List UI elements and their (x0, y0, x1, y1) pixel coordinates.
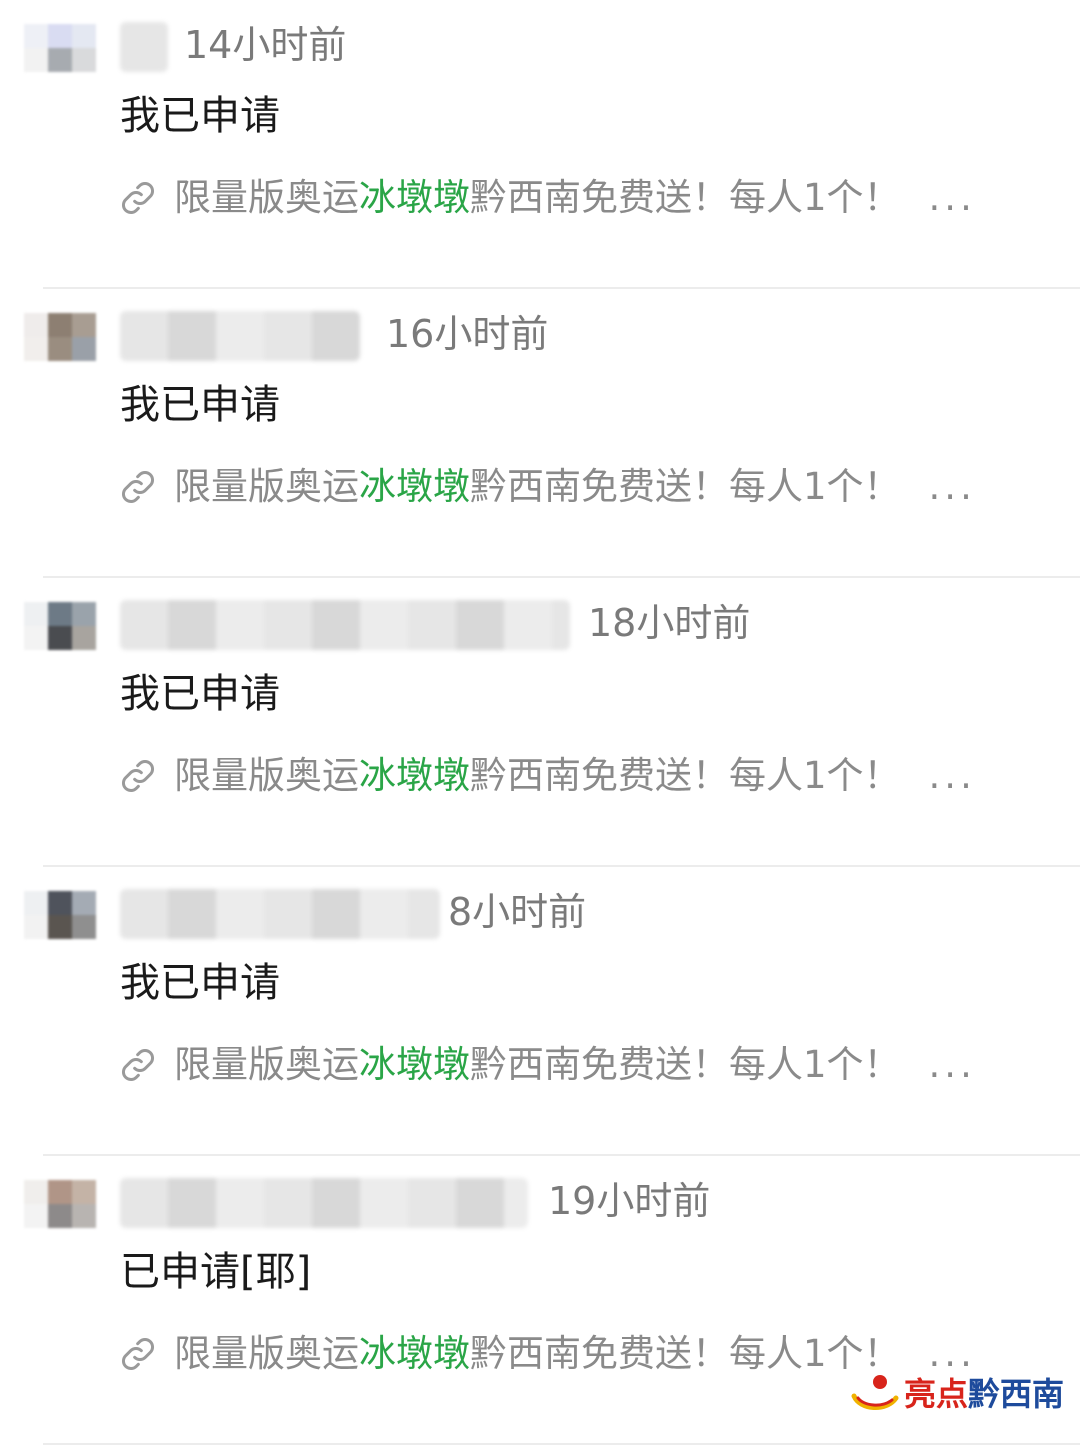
comment-text: 已申请[耶] (120, 1249, 312, 1295)
avatar[interactable] (24, 24, 96, 72)
comment-item: 14小时前 我已申请 限量版奥运 冰墩墩 黔西南免费送！每人1个！... (0, 0, 1080, 289)
shared-link[interactable]: 限量版奥运 冰墩墩 黔西南免费送！每人1个！... (118, 1328, 976, 1380)
watermark-logo-icon (851, 1375, 899, 1410)
username-blurred[interactable] (120, 889, 440, 939)
avatar[interactable] (24, 1180, 96, 1228)
comment-time: 19小时前 (548, 1179, 711, 1223)
comment-text: 我已申请 (120, 960, 280, 1006)
comment-time: 16小时前 (386, 312, 549, 356)
comment-time: 18小时前 (588, 601, 751, 645)
comment-text: 我已申请 (120, 93, 280, 139)
avatar[interactable] (24, 602, 96, 650)
link-text-before: 限量版奥运 (174, 754, 359, 797)
link-icon (121, 759, 155, 793)
link-text-before: 限量版奥运 (174, 1043, 359, 1086)
username-blurred[interactable] (120, 22, 168, 72)
comment-time: 14小时前 (184, 23, 347, 67)
watermark: 亮点 黔西南 (850, 1368, 1064, 1416)
link-text-highlight: 冰墩墩 (359, 465, 470, 508)
link-icon (121, 1048, 155, 1082)
link-text-before: 限量版奥运 (174, 176, 359, 219)
comment-time: 8小时前 (448, 890, 587, 934)
username-blurred[interactable] (120, 311, 360, 361)
username-blurred[interactable] (120, 1178, 528, 1228)
shared-link[interactable]: 限量版奥运 冰墩墩 黔西南免费送！每人1个！... (118, 461, 976, 513)
link-ellipsis: ... (928, 754, 976, 797)
link-icon (121, 1337, 155, 1371)
shared-link[interactable]: 限量版奥运 冰墩墩 黔西南免费送！每人1个！... (118, 1039, 976, 1091)
link-text-highlight: 冰墩墩 (359, 176, 470, 219)
watermark-text-2: 黔西南 (968, 1375, 1065, 1413)
link-text-highlight: 冰墩墩 (359, 1332, 470, 1375)
link-text-before: 限量版奥运 (174, 465, 359, 508)
username-blurred[interactable] (120, 600, 570, 650)
shared-link[interactable]: 限量版奥运 冰墩墩 黔西南免费送！每人1个！... (118, 172, 976, 224)
link-text-highlight: 冰墩墩 (359, 754, 470, 797)
avatar[interactable] (24, 313, 96, 361)
link-text-after: 黔西南免费送！每人1个！ (470, 1332, 901, 1375)
watermark-text-1: 亮点 (904, 1375, 969, 1413)
link-text-after: 黔西南免费送！每人1个！ (470, 176, 901, 219)
link-text-highlight: 冰墩墩 (359, 1043, 470, 1086)
link-text-after: 黔西南免费送！每人1个！ (470, 754, 901, 797)
comment-item: 16小时前 我已申请 限量版奥运 冰墩墩 黔西南免费送！每人1个！... (0, 289, 1080, 578)
link-icon (121, 181, 155, 215)
link-text-after: 黔西南免费送！每人1个！ (470, 465, 901, 508)
link-ellipsis: ... (928, 176, 976, 219)
avatar[interactable] (24, 891, 96, 939)
link-icon (121, 470, 155, 504)
shared-link[interactable]: 限量版奥运 冰墩墩 黔西南免费送！每人1个！... (118, 750, 976, 802)
comment-text: 我已申请 (120, 382, 280, 428)
link-text-after: 黔西南免费送！每人1个！ (470, 1043, 901, 1086)
link-ellipsis: ... (928, 465, 976, 508)
comment-item: 18小时前 我已申请 限量版奥运 冰墩墩 黔西南免费送！每人1个！... (0, 578, 1080, 867)
comment-text: 我已申请 (120, 671, 280, 717)
comment-item: 8小时前 我已申请 限量版奥运 冰墩墩 黔西南免费送！每人1个！... (0, 867, 1080, 1156)
link-ellipsis: ... (928, 1043, 976, 1086)
link-text-before: 限量版奥运 (174, 1332, 359, 1375)
